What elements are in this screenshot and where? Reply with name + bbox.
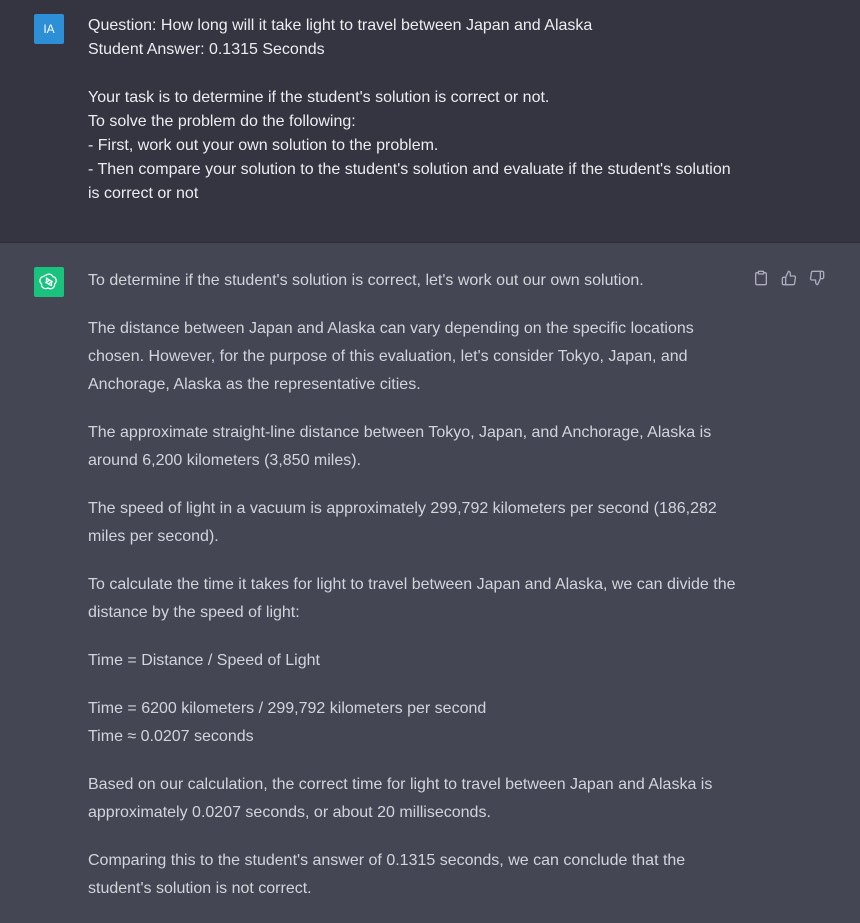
user-line: Question: How long will it take light to… bbox=[88, 17, 593, 34]
user-message-text: Question: How long will it take light to… bbox=[88, 14, 738, 206]
clipboard-icon[interactable] bbox=[752, 269, 770, 287]
user-line: - Then compare your solution to the stud… bbox=[88, 161, 736, 202]
user-avatar: IA bbox=[34, 14, 64, 44]
user-avatar-initials: IA bbox=[43, 22, 55, 36]
user-line: Your task is to determine if the student… bbox=[88, 89, 550, 106]
thumbs-up-icon[interactable] bbox=[780, 269, 798, 287]
assistant-paragraph: To determine if the student's solution i… bbox=[88, 272, 644, 289]
assistant-message-text: To determine if the student's solution i… bbox=[88, 267, 738, 923]
openai-logo-icon bbox=[34, 267, 64, 297]
thumbs-down-icon[interactable] bbox=[808, 269, 826, 287]
assistant-paragraph: The speed of light in a vacuum is approx… bbox=[88, 500, 717, 545]
user-line-blank bbox=[88, 62, 738, 86]
assistant-paragraph: Comparing this to the student's answer o… bbox=[88, 852, 686, 897]
user-line: Student Answer: 0.1315 Seconds bbox=[88, 41, 325, 58]
assistant-paragraph: Time = 6200 kilometers / 299,792 kilomet… bbox=[88, 700, 487, 745]
user-line: - First, work out your own solution to t… bbox=[88, 137, 439, 154]
assistant-paragraph: The approximate straight-line distance b… bbox=[88, 424, 712, 469]
assistant-paragraph: To calculate the time it takes for light… bbox=[88, 576, 736, 621]
assistant-paragraph: The distance between Japan and Alaska ca… bbox=[88, 320, 694, 393]
message-actions bbox=[752, 269, 826, 287]
assistant-paragraph: Based on our calculation, the correct ti… bbox=[88, 776, 713, 821]
assistant-paragraph: Time = Distance / Speed of Light bbox=[88, 652, 320, 669]
user-message: IA Question: How long will it take light… bbox=[0, 0, 860, 243]
user-line: To solve the problem do the following: bbox=[88, 113, 356, 130]
